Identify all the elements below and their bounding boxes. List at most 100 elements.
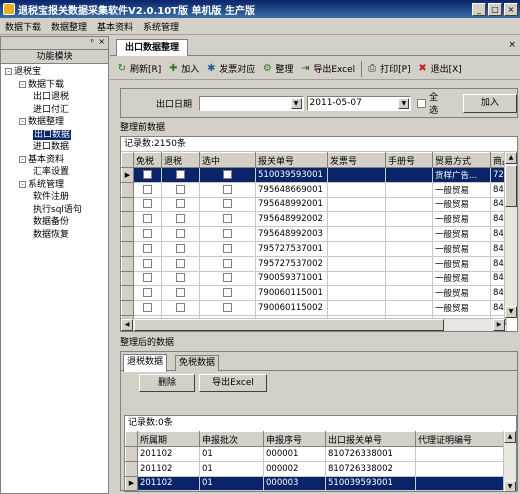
toolbar-button-printer[interactable]: ⎙ 打印[P] — [366, 62, 410, 76]
row-checkbox[interactable] — [176, 184, 185, 194]
scroll-down-icon[interactable]: ▼ — [505, 306, 517, 318]
checkbox-cell[interactable] — [199, 226, 256, 242]
tree-node[interactable]: - 系统管理 — [1, 179, 108, 192]
row-checkbox[interactable] — [223, 303, 232, 313]
row-checkbox[interactable] — [223, 273, 232, 283]
row-checkbox[interactable] — [223, 214, 232, 224]
checkbox-cell[interactable] — [199, 196, 256, 213]
toolbar-button-add[interactable]: ✚ 加入 — [167, 62, 199, 76]
scroll-right-icon[interactable]: ▶ — [493, 319, 505, 331]
maximize-button[interactable]: □ — [488, 2, 502, 16]
tree-node[interactable]: 出口退税 — [1, 91, 108, 104]
table-row[interactable]: ▶510039593001货样广告...7212 — [121, 167, 507, 183]
row-checkbox[interactable] — [223, 169, 232, 179]
checkbox-cell[interactable] — [133, 196, 162, 213]
checkbox-cell[interactable] — [199, 167, 256, 183]
checkbox-cell[interactable] — [133, 226, 162, 242]
checkbox-cell[interactable] — [161, 255, 200, 272]
close-button[interactable]: × — [504, 2, 518, 16]
delete-button[interactable]: 删除 — [139, 374, 195, 392]
tree-node[interactable]: - 数据下载 — [1, 79, 108, 92]
toolbar-button-gear[interactable]: ⚙ 整理 — [261, 62, 294, 76]
tab-tax-refund[interactable]: 退税数据 — [123, 354, 168, 372]
checkbox-cell[interactable] — [161, 181, 200, 198]
tree-node[interactable]: 出口数据 — [1, 129, 108, 142]
export-excel-button[interactable]: 导出Excel — [199, 374, 267, 392]
checkbox-cell[interactable] — [133, 240, 162, 257]
table-row[interactable]: 795648992003一般贸易8409 — [121, 226, 507, 242]
checkbox-cell[interactable] — [199, 255, 256, 272]
checkbox-cell[interactable] — [133, 255, 162, 272]
row-checkbox[interactable] — [176, 169, 185, 179]
tree-node[interactable]: 数据备份 — [1, 216, 108, 229]
checkbox-cell[interactable] — [161, 270, 200, 287]
checkbox-cell[interactable] — [133, 285, 162, 302]
column-header[interactable]: 报关单号 — [255, 152, 328, 168]
table-row[interactable]: 790060115001一般贸易8409 — [121, 285, 507, 302]
column-header[interactable]: 所属期 — [137, 431, 200, 447]
checkbox-cell[interactable] — [161, 167, 200, 183]
column-header[interactable]: 代理证明编号 — [415, 431, 504, 447]
table-row[interactable]: ▶ 201102 01 000003 510039593001 — [125, 475, 504, 491]
checkbox-cell[interactable] — [161, 211, 200, 228]
checkbox-cell[interactable] — [133, 211, 162, 228]
table-row[interactable]: 790060115002一般贸易8409 — [121, 300, 507, 316]
row-checkbox[interactable] — [143, 273, 152, 283]
after-vscroll[interactable]: ▲ ▼ — [503, 431, 516, 491]
scroll-thumb[interactable] — [134, 319, 444, 331]
menu-data-download[interactable]: 数据下载 — [0, 20, 46, 33]
before-hscroll[interactable]: ◀ ▶ — [121, 318, 505, 331]
checkbox-cell[interactable] — [133, 181, 162, 198]
row-checkbox[interactable] — [143, 214, 152, 224]
chevron-down-icon[interactable]: ▼ — [398, 97, 410, 109]
tree-node[interactable]: 软件注册 — [1, 191, 108, 204]
row-checkbox[interactable] — [223, 184, 232, 194]
checkbox-cell[interactable] — [199, 181, 256, 198]
scroll-up-icon[interactable]: ▲ — [505, 152, 517, 164]
table-row[interactable]: 795648992001一般贸易8409 — [121, 196, 507, 213]
row-header[interactable]: ▶ — [125, 475, 138, 491]
select-all-checkbox[interactable] — [417, 98, 427, 108]
toolbar-button-export[interactable]: ⇥ 导出Excel — [299, 62, 355, 76]
column-header[interactable]: 退税 — [161, 152, 200, 168]
tree-node[interactable]: 进口付汇 — [1, 104, 108, 117]
row-checkbox[interactable] — [176, 229, 185, 239]
column-header[interactable]: 贸易方式 — [432, 152, 491, 168]
row-checkbox[interactable] — [143, 184, 152, 194]
checkbox-cell[interactable] — [161, 300, 200, 316]
scroll-left-icon[interactable]: ◀ — [121, 319, 133, 331]
row-checkbox[interactable] — [223, 229, 232, 239]
tree-node[interactable]: - 数据整理 — [1, 116, 108, 129]
column-header[interactable]: 手册号 — [385, 152, 433, 168]
column-header[interactable]: 选中 — [199, 152, 256, 168]
row-checkbox[interactable] — [143, 199, 152, 209]
collapse-icon[interactable]: - — [5, 68, 12, 75]
row-checkbox[interactable] — [176, 303, 185, 313]
scroll-up-icon[interactable]: ▲ — [504, 431, 516, 443]
menu-basic-info[interactable]: 基本资料 — [92, 20, 138, 33]
tree-node[interactable]: - 基本资料 — [1, 154, 108, 167]
table-row[interactable]: 795648669001一般贸易8409 — [121, 181, 507, 198]
row-checkbox[interactable] — [143, 288, 152, 298]
row-checkbox[interactable] — [223, 243, 232, 253]
row-checkbox[interactable] — [176, 273, 185, 283]
row-header[interactable] — [121, 285, 134, 302]
chevron-down-icon[interactable]: ▼ — [290, 97, 302, 109]
row-checkbox[interactable] — [143, 303, 152, 313]
tree-node[interactable]: 进口数据 — [1, 141, 108, 154]
checkbox-cell[interactable] — [161, 285, 200, 302]
row-checkbox[interactable] — [176, 243, 185, 253]
collapse-icon[interactable]: - — [19, 118, 26, 125]
table-row[interactable]: 795727537001一般贸易8409 — [121, 240, 507, 257]
minimize-button[interactable]: _ — [472, 2, 486, 16]
panel-close-icon[interactable]: × — [98, 37, 105, 46]
scroll-thumb[interactable] — [505, 165, 517, 207]
checkbox-cell[interactable] — [133, 270, 162, 287]
row-header[interactable] — [121, 240, 134, 257]
checkbox-cell[interactable] — [199, 285, 256, 302]
row-checkbox[interactable] — [176, 199, 185, 209]
pin-icon[interactable]: ᵖ — [91, 37, 94, 46]
tree-node[interactable]: - 退税宝 — [1, 66, 108, 79]
table-row[interactable]: 201102 01 000001 810726338001 — [125, 446, 504, 462]
date-from-field[interactable]: ▼ — [198, 95, 304, 111]
